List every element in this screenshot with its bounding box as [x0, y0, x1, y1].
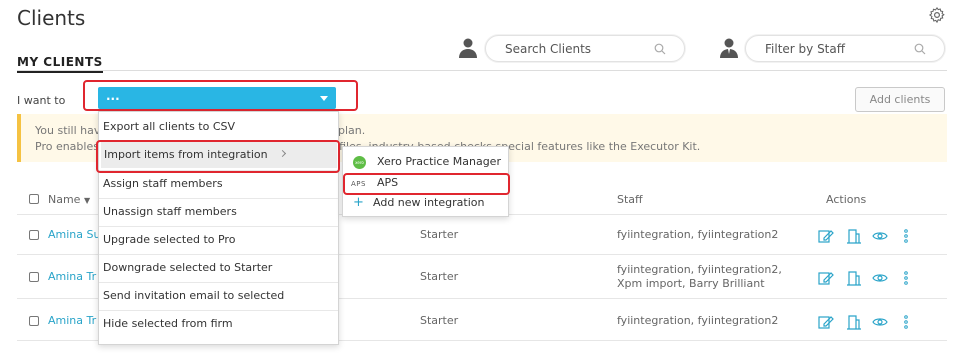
staff-icon — [720, 38, 738, 58]
staff-filter-placeholder: Filter by Staff — [765, 42, 846, 56]
client-name-link[interactable]: Amina Su — [48, 228, 100, 241]
menu-item-downgrade-starter[interactable]: Downgrade selected to Starter — [103, 261, 272, 274]
search-placeholder: Search Clients — [505, 42, 592, 56]
row-checkbox[interactable] — [29, 316, 39, 326]
more-vertical-icon[interactable] — [898, 314, 914, 330]
divider — [99, 254, 338, 255]
search-input[interactable]: Search Clients — [485, 35, 685, 62]
menu-item-unassign-staff[interactable]: Unassign staff members — [103, 205, 237, 218]
notice-line1-end: plan. — [338, 124, 366, 137]
menu-item-send-invitation[interactable]: Send invitation email to selected — [103, 289, 284, 302]
highlight-box — [83, 80, 358, 111]
divider — [99, 282, 338, 283]
eye-icon[interactable] — [872, 270, 888, 286]
more-vertical-icon[interactable] — [898, 228, 914, 244]
client-name-link[interactable]: Amina Tr — [48, 314, 96, 327]
person-icon — [459, 38, 477, 58]
page-title: Clients — [17, 6, 86, 30]
eye-icon[interactable] — [872, 228, 888, 244]
xero-logo-icon: xero — [353, 156, 366, 169]
highlight-box — [96, 140, 340, 173]
divider — [99, 198, 338, 199]
row-checkbox[interactable] — [29, 230, 39, 240]
sort-down-icon: ▼ — [83, 196, 91, 205]
plan-cell: Starter — [420, 314, 459, 327]
building-icon[interactable] — [846, 270, 862, 286]
plan-cell: Starter — [420, 270, 459, 283]
staff-header: Staff — [617, 193, 643, 206]
search-icon — [654, 43, 666, 55]
submenu-item-xero[interactable]: Xero Practice Manager — [377, 155, 501, 168]
name-header[interactable]: Name ▼ — [48, 193, 90, 206]
actions-header: Actions — [826, 193, 867, 206]
building-icon[interactable] — [846, 228, 862, 244]
notice-line2: Pro enables — [35, 140, 99, 153]
divider — [99, 226, 338, 227]
select-all-checkbox[interactable] — [29, 194, 39, 204]
staff-cell: fyiintegration, fyiintegration2, Xpm imp… — [617, 263, 782, 290]
eye-icon[interactable] — [872, 314, 888, 330]
menu-item-export-csv[interactable]: Export all clients to CSV — [103, 120, 235, 133]
edit-icon[interactable] — [818, 270, 834, 286]
divider — [17, 70, 947, 71]
edit-icon[interactable] — [818, 228, 834, 244]
client-name-link[interactable]: Amina Tr — [48, 270, 96, 283]
more-vertical-icon[interactable] — [898, 270, 914, 286]
staff-cell: fyiintegration, fyiintegration2 — [617, 314, 779, 327]
plan-cell: Starter — [420, 228, 459, 241]
add-clients-button[interactable]: Add clients — [855, 87, 945, 112]
staff-filter-input[interactable]: Filter by Staff — [745, 35, 945, 62]
building-icon[interactable] — [846, 314, 862, 330]
edit-icon[interactable] — [818, 314, 834, 330]
gear-icon[interactable] — [928, 6, 946, 24]
menu-item-assign-staff[interactable]: Assign staff members — [103, 177, 223, 190]
submenu-item-add-integration[interactable]: Add new integration — [373, 196, 484, 209]
notice-line1: You still hav — [35, 124, 101, 137]
divider — [99, 310, 338, 311]
plus-icon: + — [353, 195, 364, 210]
staff-cell: fyiintegration, fyiintegration2 — [617, 228, 779, 241]
menu-item-hide-selected[interactable]: Hide selected from firm — [103, 317, 233, 330]
highlight-box — [343, 173, 510, 195]
row-checkbox[interactable] — [29, 272, 39, 282]
i-want-to-label: I want to — [17, 94, 66, 107]
menu-item-upgrade-pro[interactable]: Upgrade selected to Pro — [103, 233, 235, 246]
search-icon — [914, 43, 926, 55]
